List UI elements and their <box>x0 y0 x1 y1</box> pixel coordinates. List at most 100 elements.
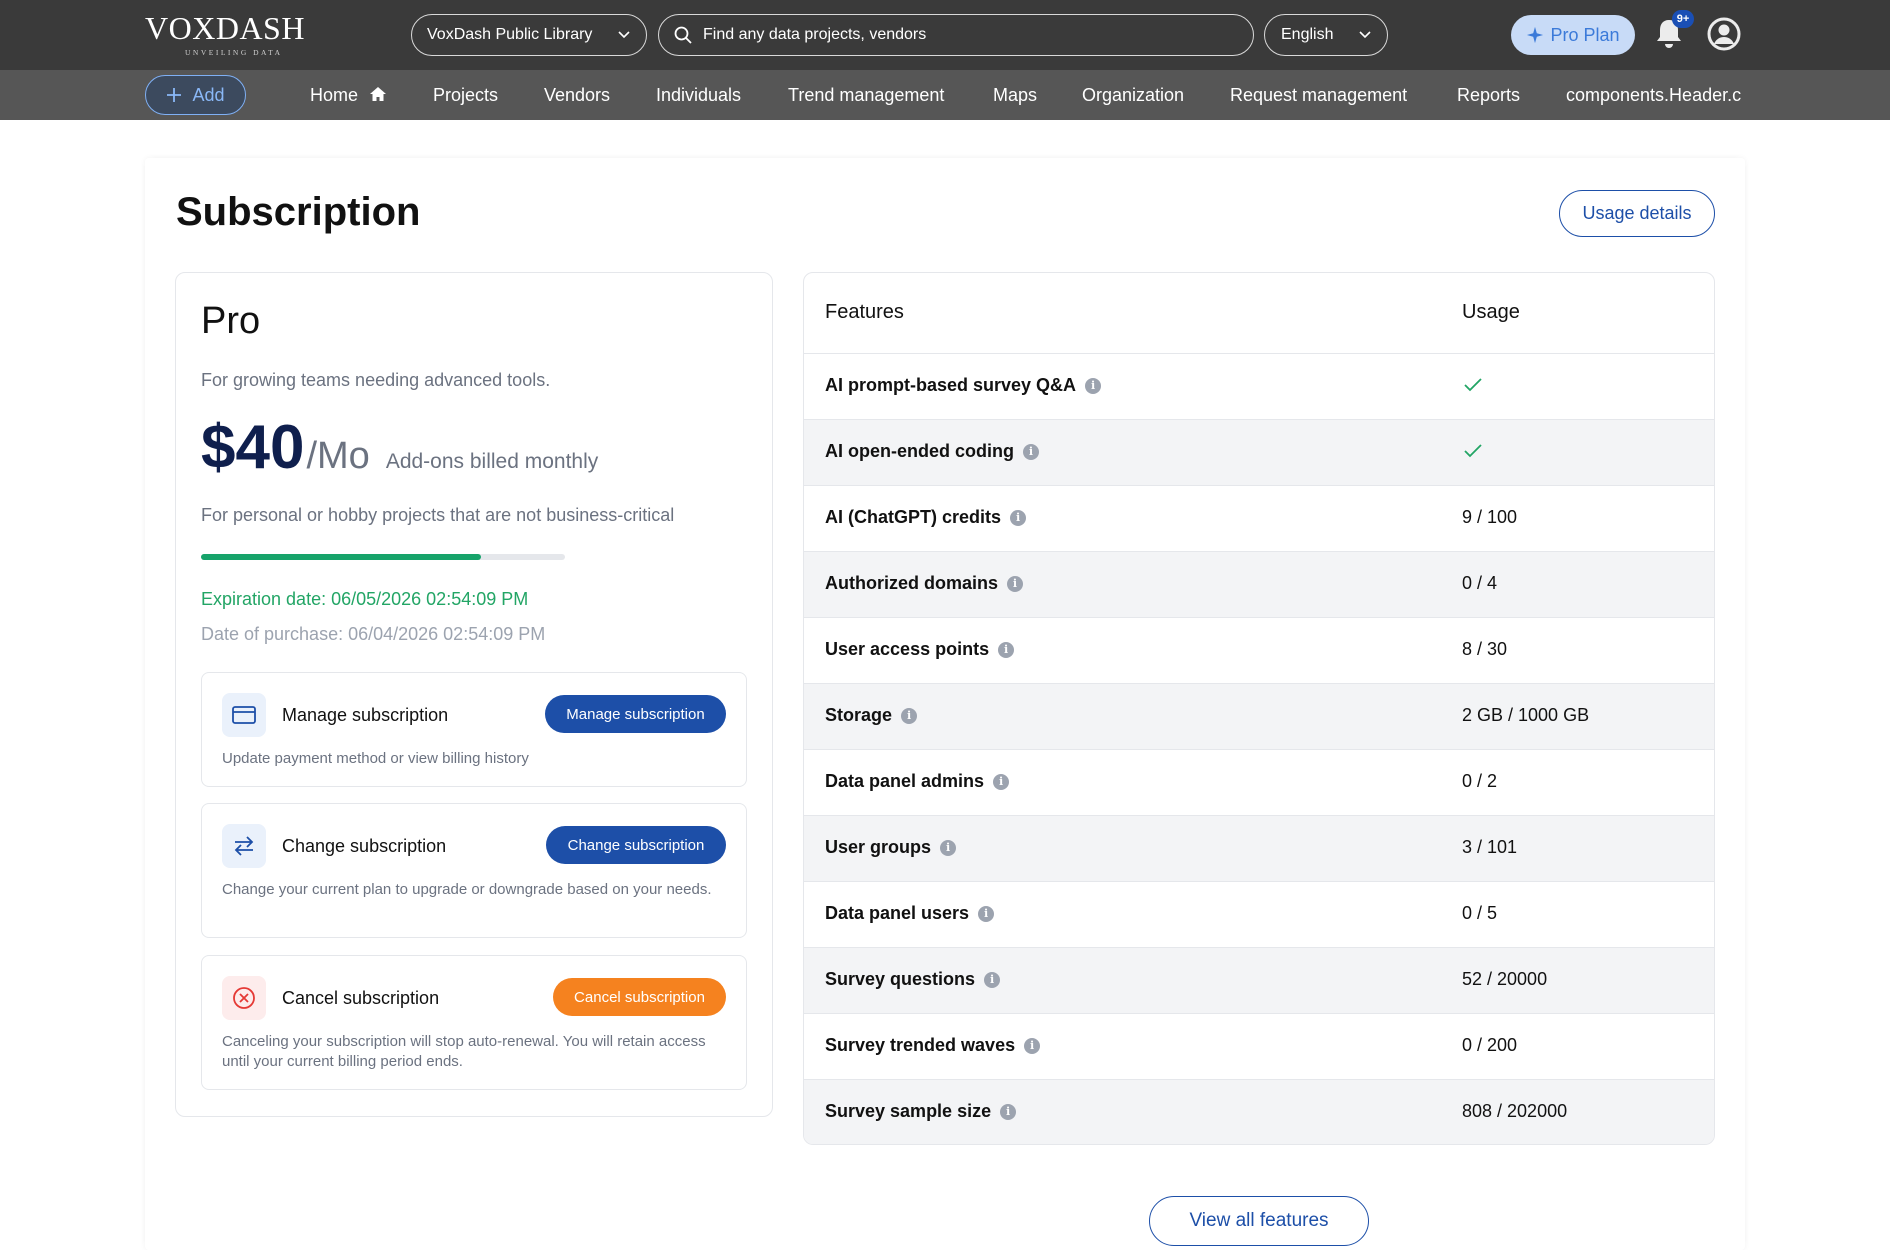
feature-label: Data panel users <box>825 903 970 923</box>
plus-icon <box>167 88 182 102</box>
price-period: /Mo <box>306 435 370 477</box>
search-placeholder: Find any data projects, vendors <box>703 26 927 43</box>
voxdash-logo[interactable]: VOXDASH UNVEILING DATA <box>145 12 305 58</box>
nav-item-projects[interactable]: Projects <box>433 70 498 120</box>
chevron-down-icon <box>618 31 630 39</box>
price-note: Add-ons billed monthly <box>385 450 599 473</box>
change-subscription-button[interactable]: Change subscription <box>546 826 726 864</box>
info-icon[interactable]: i <box>901 707 918 724</box>
features-column-header: Features <box>825 301 904 323</box>
feature-usage: 0 / 4 <box>1462 573 1498 593</box>
library-select[interactable]: VoxDash Public Library <box>411 14 647 56</box>
feature-name: AI (ChatGPT) credits i <box>825 507 1027 528</box>
feature-label: User groups <box>825 837 932 857</box>
table-row: AI open-ended coding i <box>804 420 1714 486</box>
feature-usage: 9 / 100 <box>1462 507 1518 527</box>
features-table-header: Features Usage <box>804 273 1714 354</box>
nav-item-organization[interactable]: Organization <box>1082 70 1184 120</box>
table-row: Survey trended waves i 0 / 200 <box>804 1014 1714 1080</box>
cancel-subscription-button[interactable]: Cancel subscription <box>553 978 726 1016</box>
info-icon[interactable]: i <box>978 905 995 922</box>
plan-note: For personal or hobby projects that are … <box>201 505 675 525</box>
page-title: Subscription <box>176 190 421 234</box>
info-icon[interactable]: i <box>940 839 957 856</box>
swap-arrows-icon <box>222 824 266 868</box>
feature-name: Data panel users i <box>825 903 995 924</box>
feature-label: Survey trended waves <box>825 1035 1016 1055</box>
expiration-date: Expiration date: 06/05/2026 02:54:09 PM <box>201 589 529 609</box>
purchase-date: Date of purchase: 06/04/2026 02:54:09 PM <box>201 624 546 644</box>
info-icon[interactable]: i <box>1007 575 1024 592</box>
info-icon[interactable]: i <box>1024 1037 1041 1054</box>
table-row: Authorized domains i 0 / 4 <box>804 552 1714 618</box>
feature-usage: 808 / 202000 <box>1462 1101 1568 1121</box>
change-subscription-description: Change your current plan to upgrade or d… <box>222 881 712 898</box>
manage-subscription-card: Manage subscription Manage subscription … <box>201 672 747 787</box>
pro-plan-button[interactable]: Pro Plan <box>1511 15 1635 55</box>
usage-column-header: Usage <box>1462 301 1520 323</box>
feature-label: Authorized domains <box>825 573 999 593</box>
nav-item-trend-management[interactable]: Trend management <box>788 70 944 120</box>
nav-bar: Add Home Projects Vendors Individuals Tr… <box>0 70 1890 120</box>
feature-label: Storage <box>825 705 893 725</box>
manage-subscription-button[interactable]: Manage subscription <box>545 695 726 733</box>
feature-label: AI prompt-based survey Q&A <box>825 375 1077 395</box>
cancel-subscription-title: Cancel subscription <box>282 988 440 1008</box>
check-icon <box>1464 378 1482 392</box>
search-input[interactable]: Find any data projects, vendors <box>658 14 1254 56</box>
plan-progress-bar <box>201 554 565 560</box>
cancel-circle-icon <box>222 976 266 1020</box>
manage-subscription-title: Manage subscription <box>282 705 449 725</box>
table-row: Survey sample size i 808 / 202000 <box>804 1080 1714 1144</box>
nav-item-reports[interactable]: Reports <box>1457 70 1520 120</box>
nav-item-vendors[interactable]: Vendors <box>544 70 610 120</box>
language-select-value: English <box>1281 26 1334 43</box>
feature-label: AI open-ended coding <box>825 441 1014 461</box>
add-button[interactable]: Add <box>145 75 246 115</box>
nav-item-individuals[interactable]: Individuals <box>656 70 741 120</box>
info-icon[interactable]: i <box>993 773 1010 790</box>
nav-item-label: Home <box>310 85 359 105</box>
feature-usage: 0 / 5 <box>1462 903 1498 923</box>
usage-details-button[interactable]: Usage details <box>1559 190 1715 237</box>
chevron-down-icon <box>1359 31 1371 39</box>
table-row: Data panel admins i 0 / 2 <box>804 750 1714 816</box>
add-button-label: Add <box>192 84 225 105</box>
logo-tagline: UNVEILING DATA <box>185 48 283 57</box>
logo-text: VOXDASH <box>145 10 305 46</box>
nav-item-components: components.Header.c <box>1566 85 1742 105</box>
user-avatar-icon[interactable] <box>1707 17 1741 51</box>
plan-price: $40 /Mo Add-ons billed monthly <box>201 412 598 483</box>
nav-item-overflow[interactable]: components.Header.c <box>1566 70 1746 120</box>
nav-item-home[interactable]: Home <box>310 70 387 120</box>
info-icon[interactable]: i <box>984 971 1001 988</box>
nav-item-maps[interactable]: Maps <box>993 70 1037 120</box>
info-icon[interactable]: i <box>1010 509 1027 526</box>
feature-usage: 0 / 200 <box>1462 1035 1518 1055</box>
change-subscription-card: Change subscription Change subscription … <box>201 803 747 938</box>
info-icon[interactable]: i <box>1023 443 1039 460</box>
sparkle-icon <box>1527 26 1544 44</box>
feature-name: User groups i <box>825 837 957 858</box>
feature-name: Survey trended waves i <box>825 1035 1041 1056</box>
info-icon[interactable]: i <box>1085 377 1102 394</box>
plan-description: For growing teams needing advanced tools… <box>201 370 551 390</box>
view-all-features-button[interactable]: View all features <box>1149 1196 1369 1246</box>
cancel-subscription-description: Canceling your subscription will stop au… <box>222 1033 706 1070</box>
feature-label: Survey sample size <box>825 1101 992 1121</box>
feature-usage: 0 / 2 <box>1462 771 1498 791</box>
table-row: User groups i 3 / 101 <box>804 816 1714 882</box>
features-table: Features Usage AI prompt-based survey Q&… <box>803 272 1715 1145</box>
info-icon[interactable]: i <box>998 641 1015 658</box>
info-icon[interactable]: i <box>1000 1103 1017 1120</box>
feature-usage: 52 / 20000 <box>1462 969 1548 989</box>
search-icon <box>674 26 692 44</box>
feature-name: Storage i <box>825 705 918 726</box>
library-select-value: VoxDash Public Library <box>427 26 593 43</box>
feature-name: AI open-ended coding i <box>825 441 1039 462</box>
home-icon <box>370 87 387 101</box>
nav-item-request-management[interactable]: Request management <box>1230 70 1407 120</box>
feature-usage: 8 / 30 <box>1462 639 1508 659</box>
feature-name: Data panel admins i <box>825 771 1010 792</box>
language-select[interactable]: English <box>1264 14 1388 56</box>
